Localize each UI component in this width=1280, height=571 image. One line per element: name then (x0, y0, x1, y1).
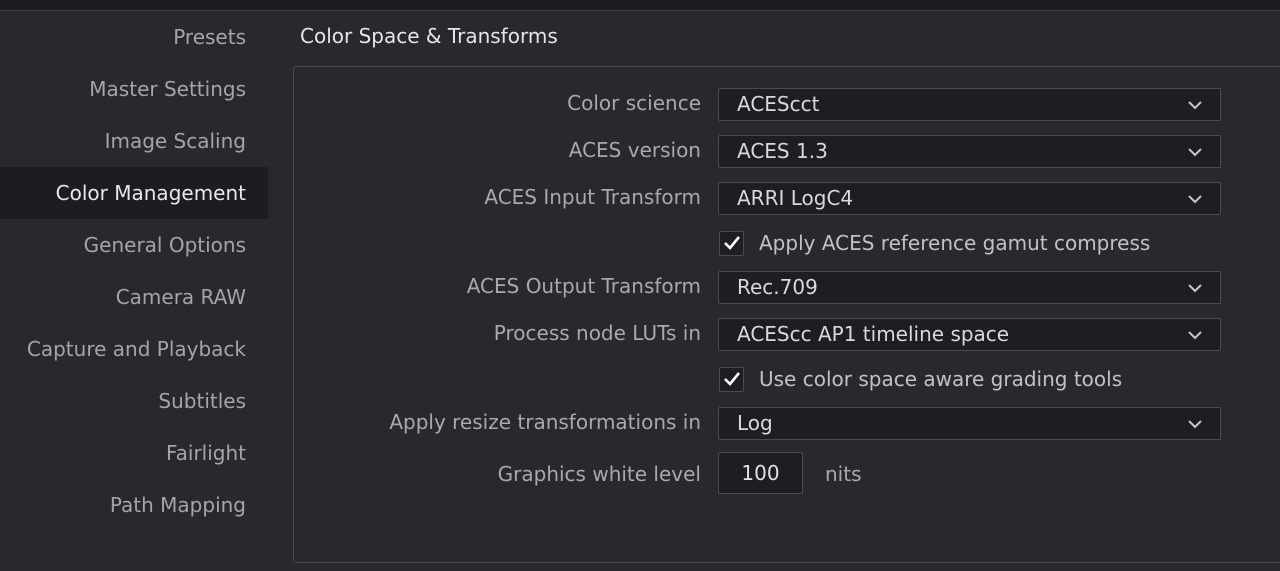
chevron-down-icon (1186, 408, 1204, 439)
sidebar-item-path-mapping[interactable]: Path Mapping (0, 479, 268, 531)
checkmark-icon (723, 372, 740, 386)
aces-output-transform-dropdown[interactable]: Rec.709 (718, 271, 1221, 304)
chevron-down-icon (1186, 183, 1204, 214)
aces-version-dropdown[interactable]: ACES 1.3 (718, 135, 1221, 168)
chevron-down-icon (1186, 89, 1204, 120)
white-level-unit: nits (825, 462, 862, 486)
aces-output-transform-value: Rec.709 (737, 275, 818, 299)
sidebar-item-capture-and-playback[interactable]: Capture and Playback (0, 323, 268, 375)
section-title: Color Space & Transforms (300, 24, 558, 48)
chevron-down-icon (1186, 319, 1204, 350)
resize-transform-dropdown[interactable]: Log (718, 407, 1221, 440)
top-border (0, 0, 1280, 11)
sidebar-item-general-options[interactable]: General Options (0, 219, 268, 271)
color-science-value: ACEScct (737, 92, 820, 116)
color-aware-checkbox[interactable] (719, 366, 744, 392)
aces-input-transform-value: ARRI LogC4 (737, 186, 854, 210)
sidebar-item-color-management[interactable]: Color Management (0, 167, 268, 219)
gamut-compress-row: Apply ACES reference gamut compress (719, 229, 1150, 257)
aces-output-transform-label: ACES Output Transform (466, 274, 701, 298)
color-aware-label: Use color space aware grading tools (759, 367, 1123, 391)
aces-input-transform-dropdown[interactable]: ARRI LogC4 (718, 182, 1221, 215)
aces-input-transform-label: ACES Input Transform (484, 185, 701, 209)
checkmark-icon (723, 236, 740, 250)
gamut-compress-checkbox[interactable] (719, 230, 744, 256)
aces-version-value: ACES 1.3 (737, 139, 828, 163)
white-level-input[interactable]: 100 (718, 452, 803, 494)
sidebar-item-master-settings[interactable]: Master Settings (0, 63, 268, 115)
process-luts-label: Process node LUTs in (493, 321, 701, 345)
color-aware-row: Use color space aware grading tools (719, 365, 1122, 393)
sidebar-item-image-scaling[interactable]: Image Scaling (0, 115, 268, 167)
white-level-label: Graphics white level (497, 462, 701, 486)
aces-version-label: ACES version (568, 138, 701, 162)
color-science-dropdown[interactable]: ACEScct (718, 88, 1221, 121)
gamut-compress-label: Apply ACES reference gamut compress (759, 231, 1151, 255)
sidebar-item-fairlight[interactable]: Fairlight (0, 427, 268, 479)
chevron-down-icon (1186, 136, 1204, 167)
chevron-down-icon (1186, 272, 1204, 303)
settings-sidebar: Presets Master Settings Image Scaling Co… (0, 11, 268, 571)
sidebar-item-presets[interactable]: Presets (0, 11, 268, 63)
sidebar-item-camera-raw[interactable]: Camera RAW (0, 271, 268, 323)
color-science-label: Color science (567, 91, 701, 115)
sidebar-item-subtitles[interactable]: Subtitles (0, 375, 268, 427)
resize-transform-value: Log (737, 411, 773, 435)
resize-transform-label: Apply resize transformations in (389, 410, 701, 434)
process-luts-dropdown[interactable]: ACEScc AP1 timeline space (718, 318, 1221, 351)
process-luts-value: ACEScc AP1 timeline space (737, 322, 1010, 346)
